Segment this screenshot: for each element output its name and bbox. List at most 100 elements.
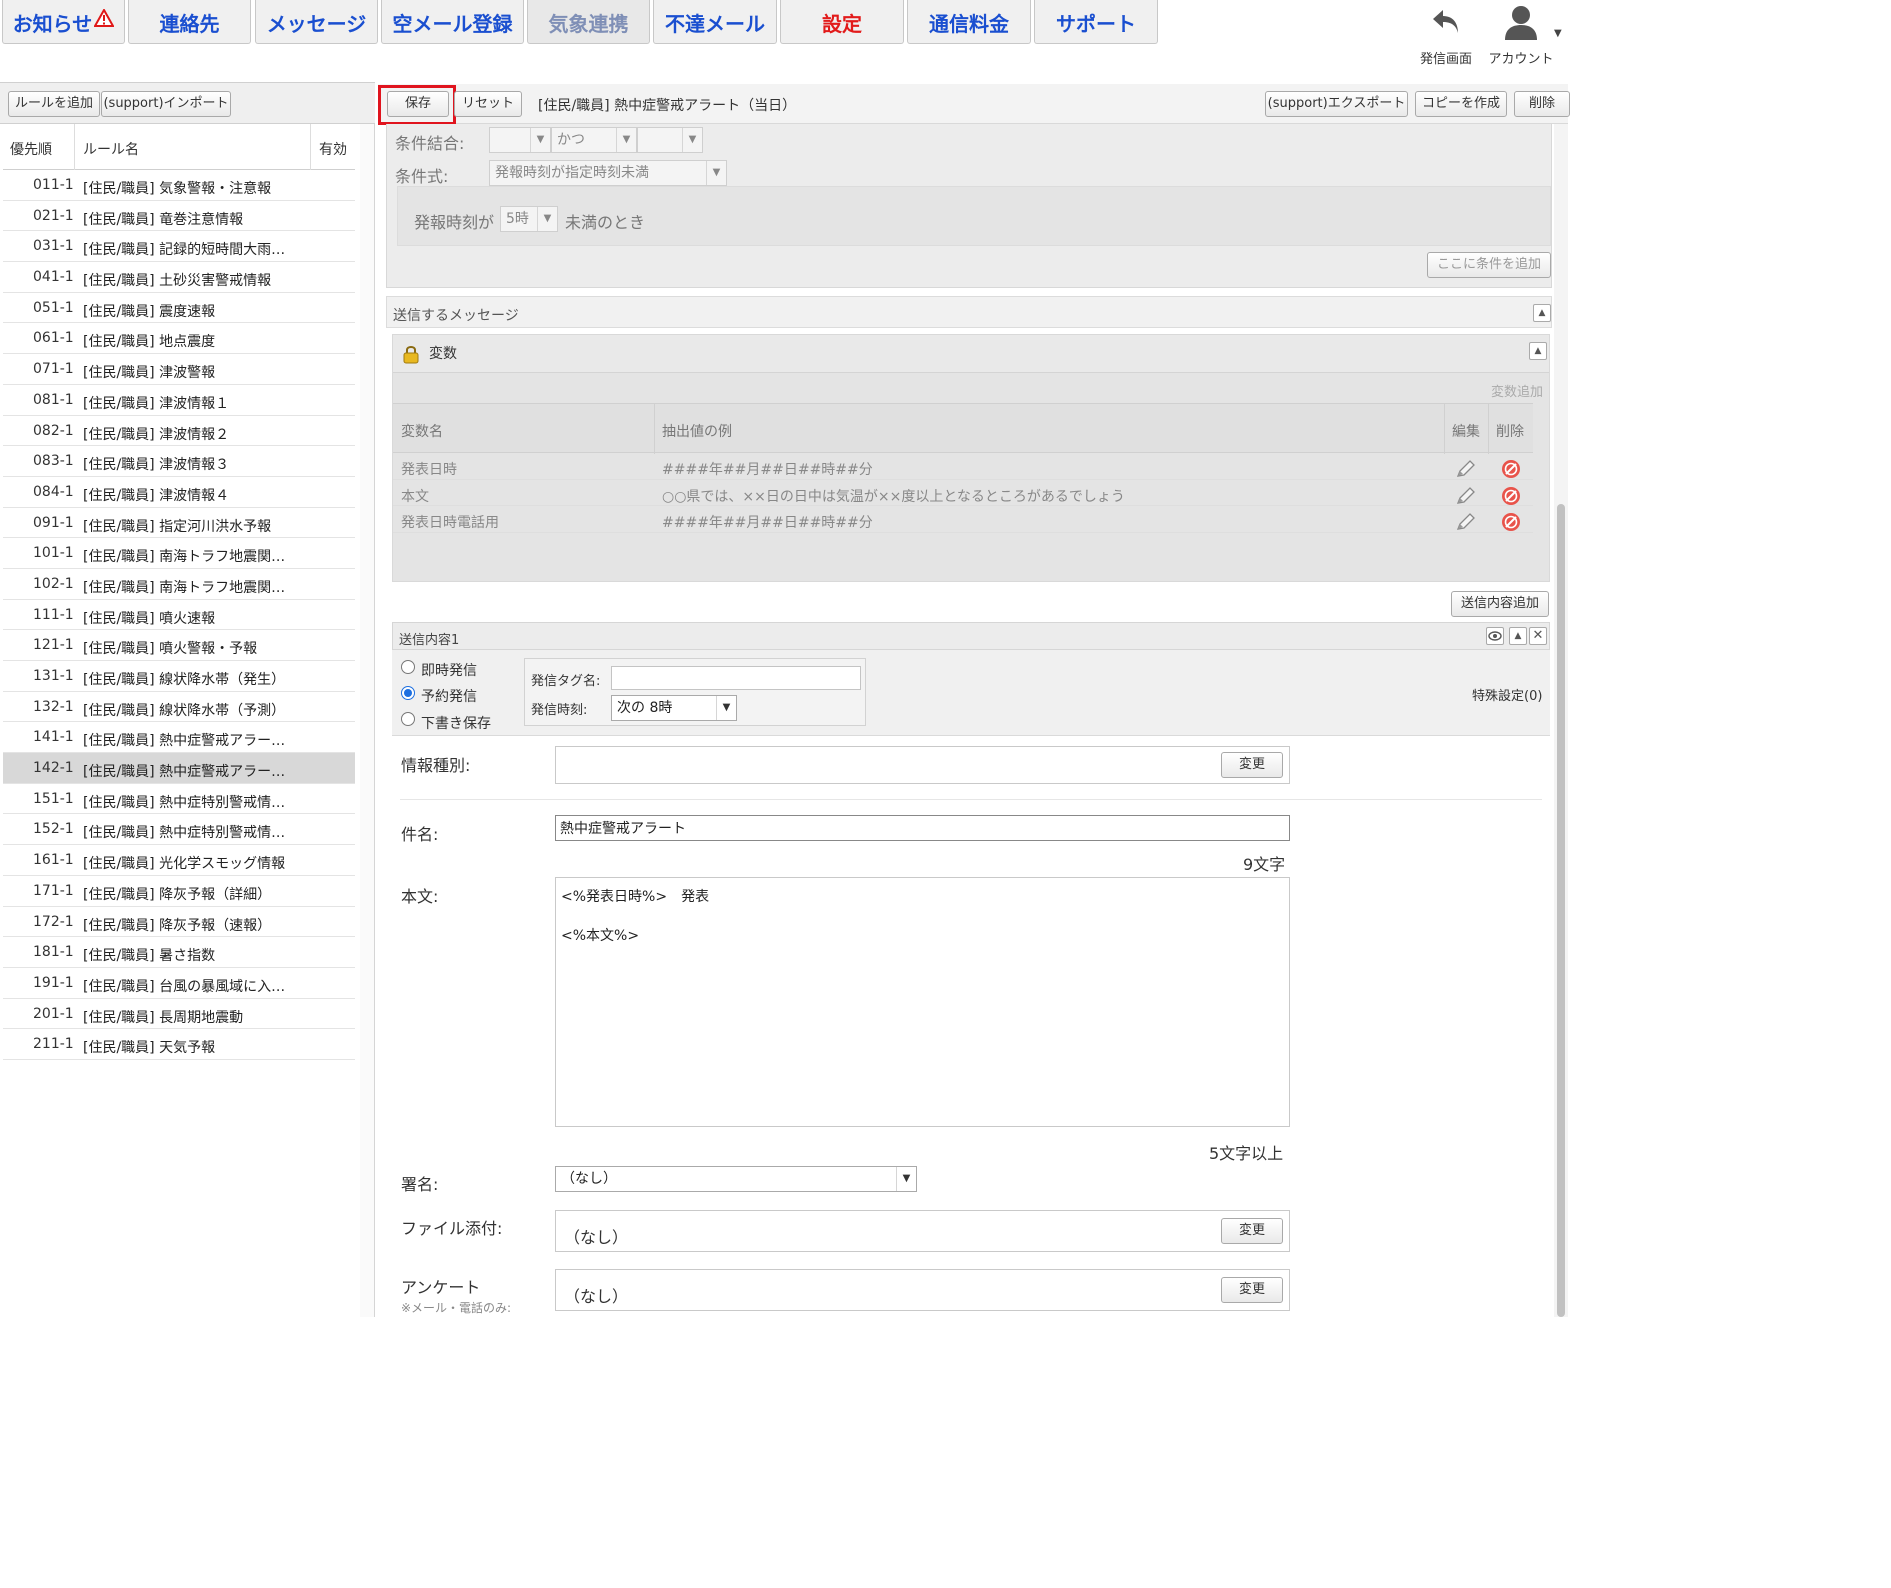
rule-name: [住民/職員] 南海トラフ地震関…: [83, 579, 286, 596]
rule-row[interactable]: 041-1 [住民/職員] 土砂災害警戒情報: [3, 262, 355, 293]
rule-row[interactable]: 061-1 [住民/職員] 地点震度: [3, 323, 355, 355]
send-screen-button[interactable]: 発信画面: [1411, 4, 1481, 70]
condition-suffix: 未満のとき: [565, 213, 646, 232]
scrollbar-thumb[interactable]: [1557, 504, 1565, 1317]
combine-label: 条件結合:: [395, 134, 465, 153]
combine-select-3[interactable]: ▼: [637, 127, 703, 153]
combine-select-1[interactable]: ▼: [489, 127, 551, 153]
tab-contacts[interactable]: 連絡先: [128, 0, 251, 44]
tab-undelivered-mail[interactable]: 不達メール: [653, 0, 777, 44]
rule-row[interactable]: 172-1 [住民/職員] 降灰予報（速報）: [3, 907, 355, 938]
survey-change-button[interactable]: 変更: [1221, 1277, 1283, 1303]
tag-label: 発信タグ名:: [531, 674, 601, 689]
rule-row[interactable]: 151-1 [住民/職員] 熱中症特別警戒情…: [3, 784, 355, 815]
add-send-content-button[interactable]: 送信内容追加: [1451, 591, 1549, 617]
rule-name: [住民/職員] 台風の暴風域に入…: [83, 978, 286, 995]
radio-draft[interactable]: [401, 712, 415, 726]
tag-input[interactable]: [611, 666, 861, 690]
rule-row[interactable]: 111-1 [住民/職員] 噴火速報: [3, 600, 355, 631]
rule-row[interactable]: 152-1 [住民/職員] 熱中症特別警戒情…: [3, 814, 355, 846]
tab-weather-link[interactable]: 気象連携: [527, 0, 650, 44]
rule-name: [住民/職員] 暑さ指数: [83, 948, 216, 965]
rule-row[interactable]: 102-1 [住民/職員] 南海トラフ地震関…: [3, 569, 355, 600]
rule-row[interactable]: 132-1 [住民/職員] 線状降水帯（予測）: [3, 692, 355, 723]
rule-priority: 082-1: [33, 422, 74, 439]
rule-priority: 071-1: [33, 361, 74, 378]
close-icon[interactable]: ✕: [1529, 627, 1547, 645]
rule-row[interactable]: 211-1 [住民/職員] 天気予報: [3, 1029, 355, 1060]
rule-priority: 211-1: [33, 1036, 74, 1053]
tab-messages[interactable]: メッセージ: [255, 0, 378, 44]
column-rule-name[interactable]: ルール名: [83, 139, 139, 159]
rule-row[interactable]: 021-1 [住民/職員] 竜巻注意情報: [3, 201, 355, 232]
radio-scheduled[interactable]: [401, 686, 415, 700]
column-enabled[interactable]: 有効: [319, 139, 347, 159]
info-type-change-button[interactable]: 変更: [1221, 752, 1283, 778]
variable-name: 発表日時: [401, 462, 457, 478]
left-scrollbar[interactable]: [360, 124, 374, 1317]
signature-label: 署名:: [401, 1175, 439, 1194]
collapse-content-button[interactable]: ▲: [1509, 627, 1527, 645]
rule-name: [住民/職員] 津波情報２: [83, 426, 230, 443]
import-button[interactable]: (support)インポート: [101, 91, 231, 117]
rule-row[interactable]: 171-1 [住民/職員] 降灰予報（詳細）: [3, 876, 355, 907]
copy-button[interactable]: コピーを作成: [1415, 91, 1507, 117]
collapse-messages-button[interactable]: ▲: [1533, 304, 1551, 322]
rule-row[interactable]: 191-1 [住民/職員] 台風の暴風域に入…: [3, 968, 355, 999]
special-settings-link[interactable]: 特殊設定(0): [1472, 685, 1542, 704]
rule-row[interactable]: 181-1 [住民/職員] 暑さ指数: [3, 937, 355, 968]
account-button[interactable]: アカウント: [1486, 4, 1556, 70]
tab-empty-mail-registration[interactable]: 空メール登録: [381, 0, 524, 44]
reset-button[interactable]: リセット: [454, 91, 522, 117]
tab-support[interactable]: サポート: [1034, 0, 1158, 44]
rule-row[interactable]: 201-1 [住民/職員] 長周期地震動: [3, 999, 355, 1030]
right-scrollbar[interactable]: [1554, 124, 1568, 1317]
subject-input[interactable]: [555, 815, 1290, 841]
rule-row[interactable]: 011-1 [住民/職員] 気象警報・注意報: [3, 170, 355, 201]
variable-example: ####年##月##日##時##分: [662, 515, 873, 531]
tab-settings[interactable]: 設定: [780, 0, 904, 44]
rule-row[interactable]: 084-1 [住民/職員] 津波情報４: [3, 477, 355, 508]
send-time-label: 発信時刻:: [531, 703, 588, 718]
rule-row[interactable]: 051-1 [住民/職員] 震度速報: [3, 293, 355, 324]
rule-row[interactable]: 082-1 [住民/職員] 津波情報２: [3, 416, 355, 447]
delete-rule-button[interactable]: 削除: [1514, 91, 1570, 117]
rule-row[interactable]: 083-1 [住民/職員] 津波情報３: [3, 446, 355, 477]
add-rule-button[interactable]: ルールを追加: [8, 91, 100, 117]
signature-select[interactable]: （なし） ▼: [555, 1166, 917, 1192]
rule-row[interactable]: 131-1 [住民/職員] 線状降水帯（発生）: [3, 661, 355, 692]
hour-select[interactable]: 5時 ▼: [500, 206, 558, 232]
rule-row[interactable]: 121-1 [住民/職員] 噴火警報・予報: [3, 630, 355, 661]
combine-select-2[interactable]: かつ ▼: [551, 127, 637, 153]
collapse-variables-button[interactable]: ▲: [1529, 342, 1547, 360]
rule-priority: 161-1: [33, 852, 74, 869]
add-condition-button[interactable]: ここに条件を追加: [1427, 252, 1551, 278]
eye-icon[interactable]: [1486, 627, 1504, 645]
variables-title: 変数: [429, 346, 457, 362]
rule-row[interactable]: 081-1 [住民/職員] 津波情報１: [3, 385, 355, 416]
radio-immediate[interactable]: [401, 660, 415, 674]
delete-icon[interactable]: [1501, 512, 1521, 536]
rule-name: [住民/職員] 熱中症警戒アラー…: [83, 733, 286, 750]
pencil-icon[interactable]: [1455, 512, 1477, 536]
undo-arrow-icon: [1429, 10, 1463, 42]
tab-notices[interactable]: お知らせ: [2, 0, 125, 44]
lock-icon: [403, 344, 419, 368]
send-time-select[interactable]: 次の 8時 ▼: [611, 695, 737, 721]
expression-select[interactable]: 発報時刻が指定時刻未満 ▼: [489, 160, 727, 186]
rule-row[interactable]: 091-1 [住民/職員] 指定河川洪水予報: [3, 508, 355, 539]
rule-row[interactable]: 142-1 [住民/職員] 熱中症警戒アラー…: [3, 753, 355, 784]
column-priority[interactable]: 優先順: [10, 139, 52, 159]
column-example: 抽出値の例: [662, 424, 732, 440]
add-variable-link[interactable]: 変数追加: [1491, 381, 1543, 400]
chevron-down-icon[interactable]: ▼: [1554, 28, 1562, 39]
rule-row[interactable]: 031-1 [住民/職員] 記録的短時間大雨…: [3, 231, 355, 263]
rule-row[interactable]: 161-1 [住民/職員] 光化学スモッグ情報: [3, 845, 355, 876]
rule-row[interactable]: 141-1 [住民/職員] 熱中症警戒アラー…: [3, 722, 355, 754]
rule-row[interactable]: 101-1 [住民/職員] 南海トラフ地震関…: [3, 538, 355, 569]
body-textarea[interactable]: <%発表日時%> 発表 <%本文%>: [555, 877, 1290, 1127]
tab-billing[interactable]: 通信料金: [907, 0, 1031, 44]
export-button[interactable]: (support)エクスポート: [1265, 91, 1408, 117]
rule-row[interactable]: 071-1 [住民/職員] 津波警報: [3, 354, 355, 385]
attachment-change-button[interactable]: 変更: [1221, 1218, 1283, 1244]
